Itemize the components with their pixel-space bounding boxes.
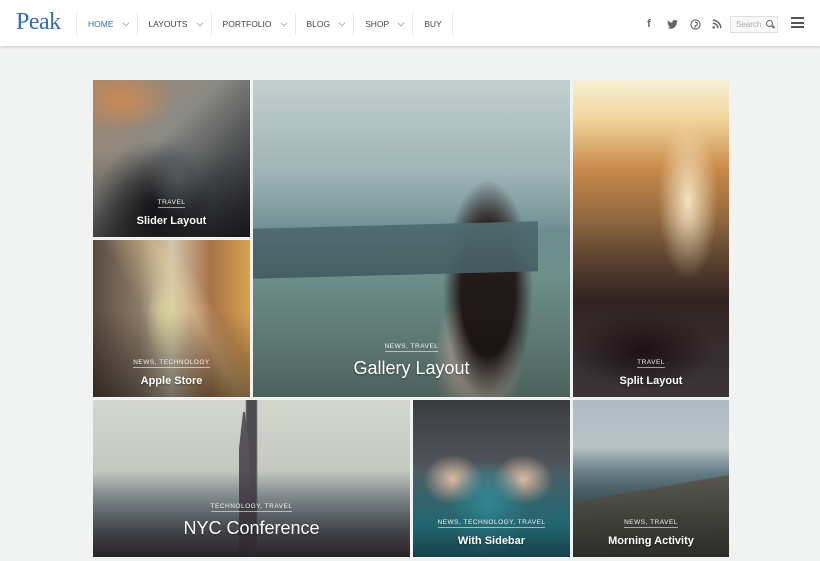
site-header: Peak Home Layouts Portfolio Blog Shop Bu… xyxy=(0,0,820,46)
main-nav: Home Layouts Portfolio Blog Shop Buy xyxy=(76,13,453,35)
post-title[interactable]: NYC Conference xyxy=(93,518,410,539)
nav-item-blog[interactable]: Blog xyxy=(296,13,355,35)
twitter-icon[interactable] xyxy=(665,17,679,31)
nav-item-home[interactable]: Home xyxy=(77,13,138,35)
post-tile-morning-activity[interactable]: News, Travel Morning Activity xyxy=(573,400,729,557)
nav-item-label: Home xyxy=(88,19,114,29)
post-title[interactable]: Split Layout xyxy=(573,375,729,387)
chevron-down-icon xyxy=(338,19,346,27)
nav-item-layouts[interactable]: Layouts xyxy=(138,13,212,35)
chevron-down-icon xyxy=(121,19,129,27)
post-categories[interactable]: News, Travel xyxy=(384,343,439,352)
post-title[interactable]: Apple Store xyxy=(93,375,250,387)
post-tile-gallery-layout[interactable]: News, Travel Gallery Layout xyxy=(253,80,570,397)
nav-item-label: Shop xyxy=(365,19,390,29)
post-title[interactable]: Slider Layout xyxy=(93,215,250,227)
post-categories[interactable]: News, Travel xyxy=(624,519,678,528)
pinterest-icon[interactable] xyxy=(688,17,702,31)
tile-caption: Travel Split Layout xyxy=(573,351,729,387)
post-categories[interactable]: Travel xyxy=(637,359,665,368)
nav-item-label: Buy xyxy=(424,19,442,29)
post-tile-slider-layout[interactable]: Travel Slider Layout xyxy=(93,80,250,237)
post-tile-apple-store[interactable]: News, Technology Apple Store xyxy=(93,240,250,397)
nav-item-shop[interactable]: Shop xyxy=(354,13,414,35)
search-box xyxy=(730,16,778,33)
post-title[interactable]: With Sidebar xyxy=(413,535,570,547)
search-input[interactable] xyxy=(736,20,766,29)
nav-item-buy[interactable]: Buy xyxy=(413,13,453,35)
site-logo[interactable]: Peak xyxy=(16,9,61,36)
chevron-down-icon xyxy=(195,19,203,27)
nav-item-portfolio[interactable]: Portfolio xyxy=(212,13,296,35)
hamburger-icon[interactable] xyxy=(791,17,804,28)
post-tile-split-layout[interactable]: Travel Split Layout xyxy=(573,80,729,397)
post-title[interactable]: Gallery Layout xyxy=(253,358,570,379)
chevron-down-icon xyxy=(279,19,287,27)
rss-icon[interactable] xyxy=(710,17,724,31)
search-icon[interactable] xyxy=(766,20,773,27)
post-categories[interactable]: News, Technology xyxy=(133,359,210,368)
nav-item-label: Portfolio xyxy=(222,19,272,29)
nav-item-label: Layouts xyxy=(148,19,188,29)
post-categories[interactable]: Technology, Travel xyxy=(210,503,293,512)
tile-caption: News, Travel Gallery Layout xyxy=(253,335,570,379)
tile-caption: Technology, Travel NYC Conference xyxy=(93,495,410,539)
post-categories[interactable]: News, Technology, Travel xyxy=(437,519,546,528)
chevron-down-icon xyxy=(397,19,405,27)
nav-item-label: Blog xyxy=(306,19,331,29)
tile-caption: News, Technology, Travel With Sidebar xyxy=(413,511,570,547)
tile-caption: News, Technology Apple Store xyxy=(93,351,250,387)
post-tile-with-sidebar[interactable]: News, Technology, Travel With Sidebar xyxy=(413,400,570,557)
tile-caption: Travel Slider Layout xyxy=(93,191,250,227)
post-tile-nyc-conference[interactable]: Technology, Travel NYC Conference xyxy=(93,400,410,557)
post-title[interactable]: Morning Activity xyxy=(573,535,729,547)
facebook-icon[interactable]: f xyxy=(642,17,656,31)
post-categories[interactable]: Travel xyxy=(157,199,186,208)
tile-caption: News, Travel Morning Activity xyxy=(573,511,729,547)
